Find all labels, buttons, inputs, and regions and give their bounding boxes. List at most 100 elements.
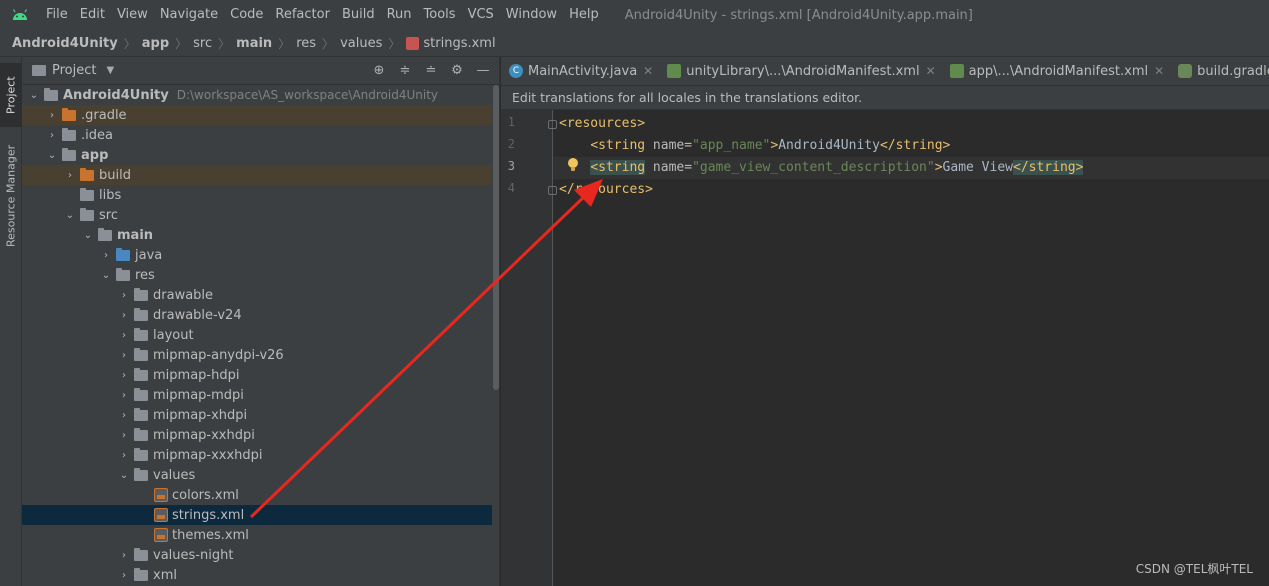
- chevron-right-icon[interactable]: ›: [118, 330, 130, 341]
- chevron-right-icon[interactable]: ›: [118, 430, 130, 441]
- menu-refactor[interactable]: Refactor: [269, 0, 336, 30]
- chevron-right-icon[interactable]: ›: [118, 370, 130, 381]
- tree-item-libs[interactable]: libs: [22, 185, 492, 205]
- menu-edit[interactable]: Edit: [74, 0, 111, 30]
- code-editor[interactable]: 1 2 3 4 <resources> <string name="app_na…: [501, 110, 1269, 586]
- tab-app-manifest[interactable]: app\...\AndroidManifest.xml ✕: [942, 57, 1171, 86]
- tree-item-idea[interactable]: › .idea: [22, 125, 492, 145]
- chevron-right-icon[interactable]: ›: [118, 350, 130, 361]
- project-panel-header: Project ▼ ⊕ ≑ ≐ ⚙ —: [22, 57, 499, 85]
- close-icon[interactable]: ✕: [1154, 64, 1164, 78]
- chevron-right-icon[interactable]: ›: [118, 570, 130, 581]
- project-panel-title[interactable]: Project: [52, 63, 96, 78]
- tree-item-drawable[interactable]: › drawable: [22, 285, 492, 305]
- tab-unity-library-manifest[interactable]: unityLibrary\...\AndroidManifest.xml ✕: [659, 57, 941, 86]
- chevron-down-icon[interactable]: ⌄: [82, 230, 94, 241]
- chevron-right-icon[interactable]: ›: [118, 550, 130, 561]
- menu-bar: File Edit View Navigate Code Refactor Bu…: [0, 0, 1269, 30]
- folder-icon: [134, 547, 148, 561]
- code-area[interactable]: <resources> <string name="app_name">Andr…: [553, 110, 1269, 586]
- tab-main-activity[interactable]: C MainActivity.java ✕: [501, 57, 659, 86]
- menu-navigate[interactable]: Navigate: [154, 0, 224, 30]
- chevron-right-icon[interactable]: ›: [118, 410, 130, 421]
- chevron-down-icon[interactable]: ⌄: [64, 210, 76, 221]
- tree-item-gradle[interactable]: › .gradle: [22, 105, 492, 125]
- tree-item-colors-xml[interactable]: colors.xml: [22, 485, 492, 505]
- menu-vcs[interactable]: VCS: [462, 0, 500, 30]
- tree-item-root[interactable]: ⌄ Android4Unity D:\workspace\AS_workspac…: [22, 85, 492, 105]
- tree-item-app[interactable]: ⌄ app: [22, 145, 492, 165]
- tree-item-mipmap-hdpi[interactable]: › mipmap-hdpi: [22, 365, 492, 385]
- menu-view[interactable]: View: [111, 0, 154, 30]
- menu-code[interactable]: Code: [224, 0, 269, 30]
- tree-item-layout[interactable]: › layout: [22, 325, 492, 345]
- translations-banner: Edit translations for all locales in the…: [501, 86, 1269, 110]
- fold-marker-icon[interactable]: [548, 186, 557, 195]
- chevron-down-icon[interactable]: ⌄: [100, 270, 112, 281]
- collapse-all-icon[interactable]: ≐: [423, 62, 439, 78]
- project-tree-scrollbar[interactable]: [493, 85, 499, 390]
- lightbulb-icon[interactable]: [565, 157, 581, 173]
- menu-file[interactable]: File: [40, 0, 74, 30]
- resource-folder-icon: [116, 267, 130, 281]
- expand-all-icon[interactable]: ≑: [397, 62, 413, 78]
- xml-tag: >: [934, 160, 943, 175]
- close-icon[interactable]: ✕: [926, 64, 936, 78]
- tree-item-values-night[interactable]: › values-night: [22, 545, 492, 565]
- menu-build[interactable]: Build: [336, 0, 381, 30]
- menu-window[interactable]: Window: [500, 0, 563, 30]
- tree-item-mipmap-xxhdpi[interactable]: › mipmap-xxhdpi: [22, 425, 492, 445]
- tree-item-label: app: [81, 147, 109, 163]
- breadcrumb-item-res[interactable]: res: [296, 36, 316, 51]
- tree-item-main[interactable]: ⌄ main: [22, 225, 492, 245]
- breadcrumb-item-main[interactable]: main: [236, 36, 272, 51]
- chevron-right-icon[interactable]: ›: [118, 390, 130, 401]
- tree-item-mipmap-xhdpi[interactable]: › mipmap-xhdpi: [22, 405, 492, 425]
- close-icon[interactable]: ✕: [643, 64, 653, 78]
- chevron-right-icon[interactable]: ›: [46, 130, 58, 141]
- minimize-icon[interactable]: —: [475, 62, 491, 78]
- tree-item-themes-xml[interactable]: themes.xml: [22, 525, 492, 545]
- manifest-file-icon: [667, 64, 682, 78]
- menu-run[interactable]: Run: [381, 0, 418, 30]
- chevron-right-icon[interactable]: ›: [118, 290, 130, 301]
- breadcrumb-item-values[interactable]: values: [340, 36, 382, 51]
- chevron-right-icon[interactable]: ›: [64, 170, 76, 181]
- tree-item-xml[interactable]: › xml: [22, 565, 492, 585]
- tree-item-drawable-v24[interactable]: › drawable-v24: [22, 305, 492, 325]
- menu-help[interactable]: Help: [563, 0, 605, 30]
- tree-item-mipmap-xxxhdpi[interactable]: › mipmap-xxxhdpi: [22, 445, 492, 465]
- chevron-down-icon[interactable]: ⌄: [46, 150, 58, 161]
- fold-marker-icon[interactable]: [548, 120, 557, 129]
- project-tool-tab[interactable]: Project: [0, 63, 22, 127]
- tree-item-values[interactable]: ⌄ values: [22, 465, 492, 485]
- menu-tools[interactable]: Tools: [418, 0, 462, 30]
- tree-item-mipmap-mdpi[interactable]: › mipmap-mdpi: [22, 385, 492, 405]
- resource-manager-tool-tab[interactable]: Resource Manager: [0, 141, 22, 251]
- chevron-down-icon[interactable]: ⌄: [28, 90, 40, 101]
- module-folder-icon: [44, 87, 58, 101]
- xml-file-icon: [154, 528, 168, 542]
- tab-build-gradle[interactable]: build.gradle (:app): [1170, 57, 1269, 86]
- tree-item-java[interactable]: › java: [22, 245, 492, 265]
- chevron-right-icon[interactable]: ›: [46, 110, 58, 121]
- locate-icon[interactable]: ⊕: [371, 62, 387, 78]
- breadcrumb-item-strings-xml[interactable]: strings.xml: [423, 36, 495, 51]
- gear-icon[interactable]: ⚙: [449, 62, 465, 78]
- tree-item-label: drawable-v24: [153, 307, 242, 323]
- breadcrumb-item-app[interactable]: app: [142, 36, 169, 51]
- tree-item-build[interactable]: › build: [22, 165, 492, 185]
- chevron-down-icon[interactable]: ▼: [106, 65, 114, 76]
- chevron-right-icon[interactable]: ›: [118, 450, 130, 461]
- tree-item-strings-xml[interactable]: strings.xml: [22, 505, 492, 525]
- breadcrumb-item-src[interactable]: src: [193, 36, 212, 51]
- tree-item-label: colors.xml: [172, 487, 239, 503]
- chevron-right-icon[interactable]: ›: [118, 310, 130, 321]
- breadcrumb-item-project[interactable]: Android4Unity: [12, 36, 118, 51]
- tree-item-res[interactable]: ⌄ res: [22, 265, 492, 285]
- tree-item-src[interactable]: ⌄ src: [22, 205, 492, 225]
- tree-item-mipmap-anydpi-v26[interactable]: › mipmap-anydpi-v26: [22, 345, 492, 365]
- tree-item-label: values-night: [153, 547, 234, 563]
- chevron-right-icon[interactable]: ›: [100, 250, 112, 261]
- chevron-down-icon[interactable]: ⌄: [118, 470, 130, 481]
